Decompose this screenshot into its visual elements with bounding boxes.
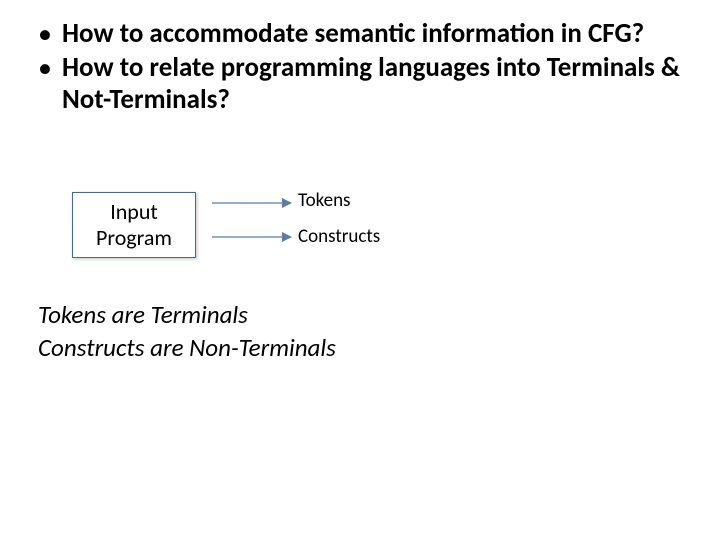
arrow-icon bbox=[212, 196, 292, 210]
note-line: Constructs are Non-Terminals bbox=[38, 331, 336, 364]
note-line: Tokens are Terminals bbox=[38, 298, 336, 331]
bullet-text: How to accommodate semantic information … bbox=[62, 18, 644, 50]
arrow-icon bbox=[212, 230, 292, 244]
box-label: InputProgram bbox=[96, 199, 172, 251]
bullet-text: How to relate programming languages into… bbox=[62, 52, 690, 116]
notes: Tokens are Terminals Constructs are Non-… bbox=[38, 298, 336, 364]
arrow-tokens bbox=[212, 196, 292, 210]
bullet-item: • How to accommodate semantic informatio… bbox=[38, 18, 690, 50]
arrow-label-tokens: Tokens bbox=[298, 189, 350, 212]
arrow-constructs bbox=[212, 230, 292, 244]
diagram: InputProgram Tokens Constructs bbox=[72, 186, 572, 276]
bullet-dot-icon: • bbox=[38, 52, 62, 84]
bullet-dot-icon: • bbox=[38, 18, 62, 50]
slide: • How to accommodate semantic informatio… bbox=[0, 0, 720, 540]
input-program-box: InputProgram bbox=[72, 192, 196, 258]
bullet-item: • How to relate programming languages in… bbox=[38, 52, 690, 116]
bullet-list: • How to accommodate semantic informatio… bbox=[38, 18, 690, 118]
arrow-label-constructs: Constructs bbox=[298, 225, 380, 248]
